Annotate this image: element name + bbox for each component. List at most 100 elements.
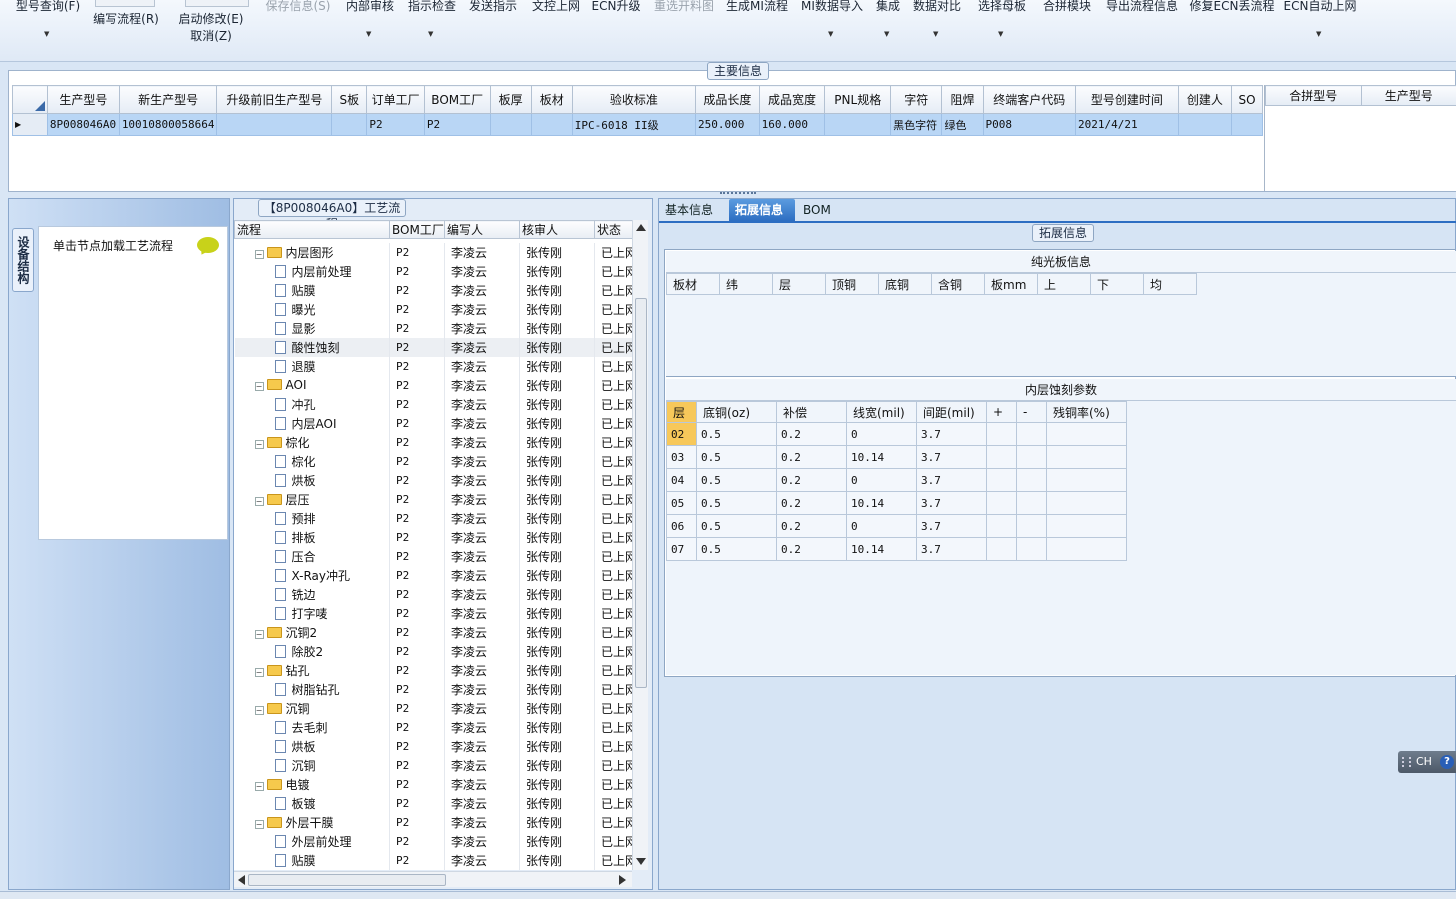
etch-cell[interactable]: 06 bbox=[666, 514, 697, 538]
etch-cell[interactable]: 0.2 bbox=[776, 491, 847, 515]
ime-indicator[interactable]: CH ? bbox=[1398, 751, 1456, 773]
tree-node[interactable]: − 棕化 bbox=[234, 432, 390, 452]
etch-col-header[interactable]: 线宽(mil) bbox=[846, 401, 917, 423]
toolbar-button-11[interactable]: MI数据导入 ▼ bbox=[796, 0, 868, 50]
tree-node[interactable]: 板镀 bbox=[234, 793, 390, 813]
main-col-header[interactable]: 验收标准 bbox=[571, 85, 696, 114]
main-cell[interactable]: 250.000 bbox=[694, 113, 760, 136]
collapse-icon[interactable]: − bbox=[254, 667, 264, 677]
tree-node[interactable]: − 外层干膜 bbox=[234, 812, 390, 832]
tree-step-row[interactable]: 铣边 P2李凌云张传刚已上网 bbox=[234, 584, 632, 604]
tree-col-header[interactable]: 流程 bbox=[234, 220, 390, 239]
main-cell[interactable] bbox=[824, 113, 892, 136]
tree-node[interactable]: X-Ray冲孔 bbox=[234, 565, 390, 585]
vertical-tab-equipment[interactable]: 设备结构 bbox=[12, 228, 34, 292]
tree-col-header[interactable]: 核审人 bbox=[519, 220, 595, 239]
tree-step-row[interactable]: 退膜 P2李凌云张传刚已上网 bbox=[234, 356, 632, 376]
plain-col-header[interactable]: 均 bbox=[1143, 273, 1197, 295]
tree-node[interactable]: 外层前处理 bbox=[234, 831, 390, 851]
dropdown-arrow-icon[interactable]: ▼ bbox=[366, 30, 371, 38]
tree-step-row[interactable]: 烘板 P2李凌云张传刚已上网 bbox=[234, 470, 632, 490]
scroll-left-arrow-icon[interactable] bbox=[238, 875, 245, 885]
main-col-header[interactable]: PNL规格 bbox=[824, 85, 892, 114]
toolbar-button-12[interactable]: 集成 ▼ bbox=[870, 0, 906, 50]
etch-cell[interactable] bbox=[1016, 491, 1047, 515]
tree-col-header[interactable]: 状态 bbox=[594, 220, 632, 239]
plain-col-header[interactable]: 层 bbox=[772, 273, 826, 295]
tree-step-row[interactable]: X-Ray冲孔 P2李凌云张传刚已上网 bbox=[234, 565, 632, 585]
plain-col-header[interactable]: 下 bbox=[1090, 273, 1144, 295]
main-cell[interactable]: IPC-6018 II级 bbox=[571, 113, 696, 136]
toolbar-button-13[interactable]: 数据对比 ▼ bbox=[910, 0, 964, 50]
tree-step-row[interactable]: 除胶2 P2李凌云张传刚已上网 bbox=[234, 641, 632, 661]
toolbar-button-1[interactable]: 编写流程(R) bbox=[86, 0, 166, 50]
tree-step-row[interactable]: 去毛刺 P2李凌云张传刚已上网 bbox=[234, 717, 632, 737]
tree-folder-row[interactable]: − 层压 P2李凌云张传刚已上网 bbox=[234, 489, 632, 509]
tree-node[interactable]: 烘板 bbox=[234, 736, 390, 756]
main-cell[interactable]: 10010800058664 bbox=[118, 113, 218, 136]
etch-col-header[interactable]: 底铜(oz) bbox=[696, 401, 777, 423]
toolbar-cancel-label[interactable]: 取消(Z) bbox=[174, 30, 248, 43]
tree-step-row[interactable]: 预排 P2李凌云张传刚已上网 bbox=[234, 508, 632, 528]
etch-cell[interactable]: 10.14 bbox=[846, 537, 917, 561]
etch-cell[interactable]: 07 bbox=[666, 537, 697, 561]
tree-node[interactable]: − 沉铜2 bbox=[234, 622, 390, 642]
plain-col-header[interactable]: 上 bbox=[1037, 273, 1091, 295]
etch-cell[interactable] bbox=[1046, 514, 1127, 538]
merge-col-header[interactable]: 合拼型号 bbox=[1265, 85, 1362, 106]
tree-node[interactable]: − 沉铜 bbox=[234, 698, 390, 718]
tree-folder-row[interactable]: − AOI P2李凌云张传刚已上网 bbox=[234, 375, 632, 395]
tree-step-row[interactable]: 贴膜 P2李凌云张传刚已上网 bbox=[234, 280, 632, 300]
merge-col-header[interactable]: 生产型号 bbox=[1360, 85, 1456, 106]
tree-node[interactable]: 退膜 bbox=[234, 356, 390, 376]
dropdown-arrow-icon[interactable]: ▼ bbox=[828, 30, 833, 38]
etch-cell[interactable]: 0.5 bbox=[696, 491, 777, 515]
tree-node[interactable]: 排板 bbox=[234, 527, 390, 547]
tree-node[interactable]: 贴膜 bbox=[234, 280, 390, 300]
tree-node[interactable]: − 内层图形 bbox=[234, 242, 390, 262]
dropdown-arrow-icon[interactable]: ▼ bbox=[44, 30, 49, 38]
etch-cell[interactable] bbox=[986, 491, 1017, 515]
main-cell[interactable]: P008 bbox=[982, 113, 1076, 136]
plain-col-header[interactable]: 含铜 bbox=[931, 273, 985, 295]
toolbar-button-4[interactable]: 内部审核 ▼ bbox=[338, 0, 402, 50]
tree-node[interactable]: 铣边 bbox=[234, 584, 390, 604]
toolbar-button-10[interactable]: 生成MI流程 bbox=[722, 0, 792, 50]
plain-col-header[interactable]: 底铜 bbox=[878, 273, 932, 295]
etch-cell[interactable]: 0.5 bbox=[696, 468, 777, 492]
hscroll-thumb[interactable] bbox=[248, 874, 446, 886]
tree-col-header[interactable]: BOM工厂 bbox=[389, 220, 445, 239]
tree-folder-row[interactable]: − 钻孔 P2李凌云张传刚已上网 bbox=[234, 660, 632, 680]
collapse-icon[interactable]: − bbox=[254, 705, 264, 715]
tree-node[interactable]: 烘板 bbox=[234, 470, 390, 490]
tree-folder-row[interactable]: − 电镀 P2李凌云张传刚已上网 bbox=[234, 774, 632, 794]
etch-cell[interactable] bbox=[1046, 422, 1127, 446]
tree-node[interactable]: 内层AOI bbox=[234, 413, 390, 433]
tab-1[interactable]: 拓展信息 bbox=[729, 199, 795, 221]
scroll-down-arrow-icon[interactable] bbox=[636, 858, 646, 865]
main-col-header[interactable]: 阻焊 bbox=[941, 85, 984, 114]
toolbar-button-18[interactable]: ECN自动上网 ▼ bbox=[1280, 0, 1360, 50]
etch-cell[interactable]: 0 bbox=[846, 514, 917, 538]
tree-step-row[interactable]: 内层AOI P2李凌云张传刚已上网 bbox=[234, 413, 632, 433]
etch-row[interactable]: 03 0.5 0.2 10.14 3.7 bbox=[666, 445, 1127, 469]
tree-hscrollbar[interactable] bbox=[234, 871, 632, 887]
etch-cell[interactable] bbox=[1046, 468, 1127, 492]
tree-step-row[interactable]: 排板 P2李凌云张传刚已上网 bbox=[234, 527, 632, 547]
main-cell[interactable]: P2 bbox=[423, 113, 491, 136]
tree-step-row[interactable]: 冲孔 P2李凌云张传刚已上网 bbox=[234, 394, 632, 414]
main-col-header[interactable]: 创建人 bbox=[1177, 85, 1233, 114]
tree-node[interactable]: − 钻孔 bbox=[234, 660, 390, 680]
collapse-icon[interactable]: − bbox=[254, 496, 264, 506]
toolbar-button-17[interactable]: 修复ECN丢流程 bbox=[1186, 0, 1278, 50]
tree-step-row[interactable]: 内层前处理 P2李凌云张传刚已上网 bbox=[234, 261, 632, 281]
etch-cell[interactable] bbox=[1016, 445, 1047, 469]
toolbar-button-14[interactable]: 选择母板 ▼ bbox=[974, 0, 1030, 50]
etch-cell[interactable]: 3.7 bbox=[916, 422, 987, 446]
etch-cell[interactable]: 0.5 bbox=[696, 445, 777, 469]
tree-step-row[interactable]: 打字唛 P2李凌云张传刚已上网 bbox=[234, 603, 632, 623]
tree-node[interactable]: 除胶2 bbox=[234, 641, 390, 661]
tree-node[interactable]: 棕化 bbox=[234, 451, 390, 471]
tree-folder-row[interactable]: − 外层干膜 P2李凌云张传刚已上网 bbox=[234, 812, 632, 832]
etch-cell[interactable]: 0.2 bbox=[776, 514, 847, 538]
